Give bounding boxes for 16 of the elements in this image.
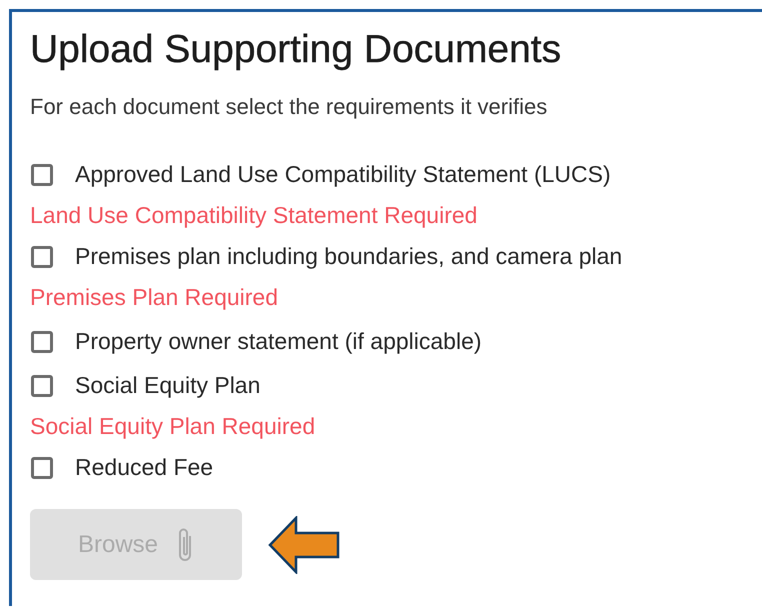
checkbox[interactable] — [31, 374, 53, 396]
checkbox-label: Reduced Fee — [75, 454, 214, 481]
error-message: Social Equity Plan Required — [30, 412, 316, 441]
arrow-icon — [268, 516, 340, 574]
checkbox[interactable] — [31, 164, 53, 186]
checkbox-label: Premises plan including boundaries, and camera plan — [75, 243, 622, 270]
checkbox-label: Social Equity Plan — [75, 372, 260, 399]
checkbox[interactable] — [31, 246, 53, 268]
checkbox-label: Property owner statement (if applicable) — [75, 328, 482, 355]
checkbox[interactable] — [31, 330, 53, 352]
instructions: For each document select the requirements it verifies — [30, 94, 548, 120]
checkbox[interactable] — [31, 456, 53, 478]
error-message: Land Use Compatibility Statement Required — [30, 201, 478, 230]
checkbox-label: Approved Land Use Compatibility Statement (LUCS) — [75, 161, 611, 188]
page-title: Upload Supporting Documents — [30, 27, 562, 73]
error-message: Premises Plan Required — [30, 283, 278, 312]
